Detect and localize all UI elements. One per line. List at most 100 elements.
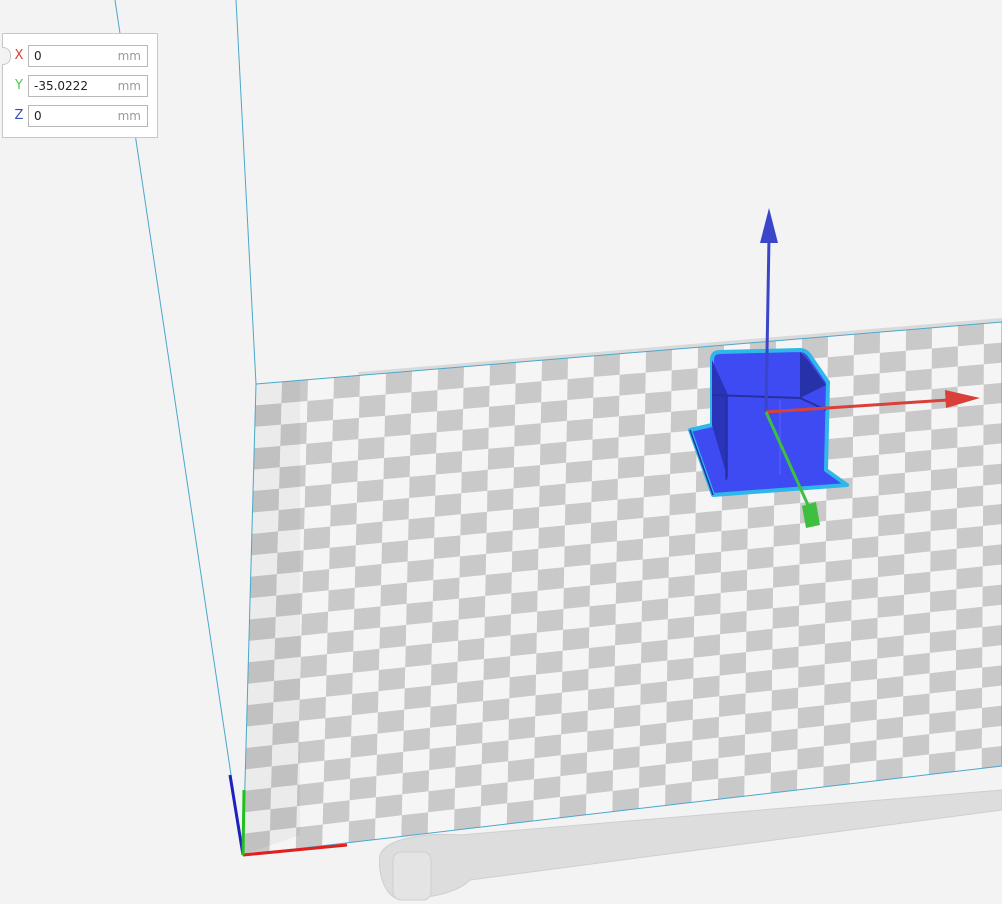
grid-cell — [511, 548, 539, 573]
grid-cell — [798, 623, 826, 647]
grid-cell — [957, 323, 984, 347]
grid-cell — [876, 716, 903, 741]
build-plate[interactable] — [242, 311, 1002, 856]
grid-cell — [406, 601, 433, 625]
grid-cell — [401, 812, 429, 837]
grid-cell — [359, 394, 386, 418]
grid-cell — [304, 484, 332, 508]
grid-cell — [587, 728, 614, 753]
grid-cell — [853, 373, 880, 396]
grid-cell — [665, 740, 693, 765]
x-position-input[interactable]: 0 mm — [28, 45, 148, 67]
grid-cell — [408, 516, 435, 541]
grid-cell — [619, 372, 646, 396]
x-position-unit: mm — [117, 49, 141, 63]
grid-cell — [404, 685, 431, 710]
grid-cell — [566, 418, 593, 442]
grid-cell — [930, 548, 957, 572]
y-position-value[interactable]: -35.0222 — [34, 79, 88, 93]
grid-cell — [483, 656, 511, 680]
grid-cell — [536, 650, 563, 675]
x-position-value[interactable]: 0 — [34, 49, 42, 63]
grid-cell — [429, 746, 456, 771]
grid-cell — [720, 569, 748, 593]
grid-cell — [643, 515, 670, 539]
grid-cell — [982, 624, 1002, 648]
x-axis-label: X — [14, 48, 24, 63]
grid-cell — [746, 628, 773, 653]
grid-cell — [853, 414, 880, 437]
grid-cell — [561, 668, 589, 693]
grid-cell — [303, 526, 331, 551]
grid-cell — [983, 503, 1002, 526]
grid-cell — [903, 652, 930, 677]
grid-cell — [747, 546, 774, 570]
grid-cell — [463, 385, 490, 409]
grid-cell — [904, 571, 931, 595]
grid-cell — [357, 436, 385, 461]
arrow-up-icon[interactable] — [760, 208, 778, 243]
grid-cell — [983, 462, 1002, 486]
y-position-row: Y -35.0222 mm — [3, 75, 153, 97]
grid-cell — [349, 776, 377, 801]
grid-cell — [981, 745, 1002, 769]
grid-cell — [798, 664, 825, 688]
grid-cell — [332, 417, 359, 442]
grid-cell — [302, 569, 330, 593]
grid-cell — [541, 358, 568, 382]
grid-cell — [405, 643, 432, 668]
grid-cell — [376, 751, 404, 776]
grid-cell — [747, 505, 775, 529]
grid-cell — [539, 483, 566, 507]
grid-cell — [772, 605, 800, 629]
grid-cell — [670, 450, 697, 474]
grid-cell — [930, 589, 957, 613]
grid-cell — [352, 648, 380, 673]
grid-cell — [454, 806, 481, 831]
grid-cell — [538, 525, 565, 549]
grid-cell — [461, 469, 488, 494]
grid-cell — [506, 800, 534, 825]
grid-cell — [771, 687, 799, 711]
grid-cell — [955, 647, 983, 671]
grid-cell — [587, 686, 615, 711]
z-position-value[interactable]: 0 — [34, 109, 42, 123]
grid-cell — [879, 350, 906, 374]
y-position-input[interactable]: -35.0222 mm — [28, 75, 148, 97]
grid-cell — [983, 382, 1002, 405]
grid-cell — [613, 704, 641, 729]
grid-cell — [694, 593, 721, 617]
grid-cell — [507, 758, 535, 783]
grid-cell — [640, 681, 667, 705]
grid-cell — [380, 582, 408, 607]
grid-cell — [930, 508, 957, 532]
grid-cell — [744, 752, 772, 776]
grid-cell — [300, 654, 327, 679]
grid-cell — [903, 693, 930, 717]
grid-cell — [746, 587, 774, 611]
grid-cell — [665, 781, 692, 806]
grid-cell — [719, 652, 747, 676]
grid-cell — [667, 657, 694, 682]
3d-viewport[interactable]: X 0 mm Y -35.0222 mm Z 0 mm — [0, 0, 1002, 904]
grid-cell — [772, 646, 799, 670]
grid-cell — [306, 398, 334, 423]
grid-cell — [356, 479, 384, 503]
grid-cell — [671, 368, 698, 392]
grid-cell — [618, 414, 645, 438]
grid-cell — [512, 507, 540, 531]
grid-cell — [666, 699, 693, 723]
grid-cell — [669, 492, 696, 516]
grid-cell — [592, 395, 620, 419]
grid-cell — [590, 562, 617, 586]
grid-cell — [564, 502, 592, 526]
grid-cell — [482, 698, 510, 723]
grid-cell — [592, 437, 619, 461]
grid-cell — [851, 536, 879, 560]
z-position-input[interactable]: 0 mm — [28, 105, 148, 127]
grid-cell — [323, 757, 351, 782]
grid-cell — [694, 551, 722, 575]
grid-cell — [902, 734, 930, 758]
grid-cell — [644, 432, 671, 456]
grid-cell — [876, 676, 904, 700]
